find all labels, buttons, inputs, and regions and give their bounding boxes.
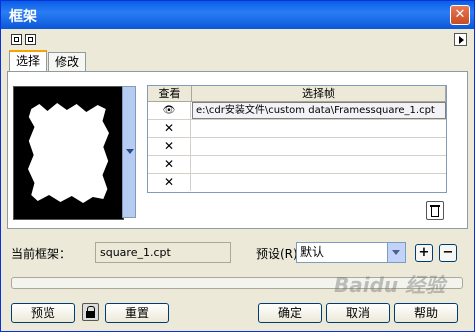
table-row[interactable]: ✕	[148, 174, 446, 192]
eye-icon[interactable]: 👁	[148, 102, 191, 119]
x-icon[interactable]: ✕	[148, 120, 191, 137]
x-icon[interactable]: ✕	[148, 174, 191, 191]
frame-preview-image	[28, 103, 109, 203]
tab-select[interactable]: 选择	[9, 50, 48, 72]
table-row[interactable]: ✕	[148, 138, 446, 156]
ok-button[interactable]: 确定	[258, 303, 322, 323]
x-icon[interactable]: ✕	[148, 138, 191, 155]
frame-dialog: 框架 ✕ 选择 修改 查看 选择帧 👁 e:\cdr安装文件\custom da…	[0, 0, 475, 332]
tab-modify[interactable]: 修改	[48, 52, 87, 72]
current-frame-label: 当前框架：	[11, 247, 72, 261]
chevron-down-icon[interactable]	[387, 243, 405, 262]
x-icon[interactable]: ✕	[148, 156, 191, 173]
remove-preset-button[interactable]: −	[439, 244, 457, 262]
frame-path[interactable]	[192, 156, 446, 173]
lock-icon[interactable]	[82, 303, 99, 321]
reset-button[interactable]: 重置	[105, 303, 169, 323]
frames-list: 查看 选择帧 👁 e:\cdr安装文件\custom data\Framessq…	[147, 85, 447, 193]
close-button[interactable]: ✕	[450, 5, 470, 25]
preset-label: 预设(R)	[256, 247, 298, 261]
preview-button[interactable]: 预览	[11, 303, 75, 323]
trash-icon[interactable]	[426, 201, 444, 220]
add-preset-button[interactable]: +	[415, 244, 433, 262]
column-header-frame[interactable]: 选择帧	[192, 86, 446, 102]
window-title: 框架	[9, 9, 37, 25]
preview-dropdown-button[interactable]	[122, 86, 136, 218]
frame-path[interactable]: e:\cdr安装文件\custom data\Framessquare_1.cp…	[192, 102, 446, 119]
frame-path[interactable]	[192, 174, 446, 191]
docker-icon[interactable]	[11, 34, 22, 45]
docker-icon-2[interactable]	[25, 34, 36, 45]
current-frame-field: square_1.cpt	[95, 242, 231, 263]
frame-path[interactable]	[192, 120, 446, 137]
preset-value: 默认	[300, 245, 325, 259]
options-arrow-icon[interactable]	[454, 33, 467, 46]
column-header-view[interactable]: 查看	[148, 86, 192, 102]
select-panel: 查看 选择帧 👁 e:\cdr安装文件\custom data\Framessq…	[7, 71, 468, 229]
title-bar[interactable]: 框架 ✕	[1, 1, 474, 29]
table-row[interactable]: ✕	[148, 156, 446, 174]
frame-preview	[13, 86, 124, 220]
table-row[interactable]: ✕	[148, 120, 446, 138]
table-row[interactable]: 👁 e:\cdr安装文件\custom data\Framessquare_1.…	[148, 102, 446, 120]
cancel-button[interactable]: 取消	[326, 303, 390, 323]
help-button[interactable]: 帮助	[394, 303, 458, 323]
preset-select[interactable]: 默认	[296, 242, 406, 263]
watermark: Baidu 经验	[334, 273, 446, 297]
frame-path[interactable]	[192, 138, 446, 155]
